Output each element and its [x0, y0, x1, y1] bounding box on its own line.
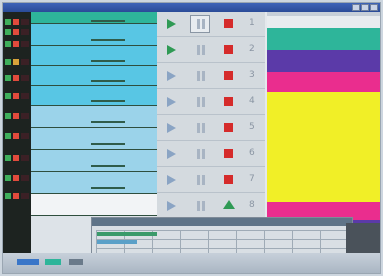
- track-number-strip: [3, 12, 31, 253]
- transport-row: 6: [157, 142, 265, 166]
- cue-item[interactable]: [31, 172, 157, 194]
- track-strip-row[interactable]: [3, 174, 31, 182]
- cue-item[interactable]: [31, 66, 157, 86]
- playlist-entry[interactable]: [267, 92, 380, 202]
- cue-item[interactable]: [31, 86, 157, 106]
- pause-icon[interactable]: [196, 201, 206, 211]
- row-number: 3: [249, 70, 255, 80]
- transport-row: 7: [157, 168, 265, 192]
- mixer-title-bar: [92, 218, 352, 226]
- track-strip-row[interactable]: [3, 40, 31, 48]
- row-number: 6: [249, 148, 255, 158]
- stop-icon[interactable]: [224, 45, 233, 54]
- track-strip-row[interactable]: [3, 74, 31, 82]
- transport-row: 5: [157, 116, 265, 140]
- stop-icon[interactable]: [224, 19, 233, 28]
- taskbar: [3, 253, 380, 273]
- row-number: 8: [249, 200, 255, 210]
- transport-row: 1: [157, 12, 265, 36]
- level-meter: [97, 232, 157, 236]
- playlist-entry[interactable]: [267, 50, 380, 72]
- transport-row: 2: [157, 38, 265, 62]
- track-strip-row[interactable]: [3, 132, 31, 140]
- pause-icon[interactable]: [196, 19, 206, 29]
- go-icon[interactable]: [223, 200, 235, 209]
- play-icon[interactable]: [167, 19, 176, 29]
- track-strip-row[interactable]: [3, 112, 31, 120]
- cue-item[interactable]: [31, 46, 157, 66]
- corner-shadow: [346, 223, 380, 257]
- play-icon[interactable]: [167, 201, 176, 211]
- taskbar-button[interactable]: [69, 259, 83, 265]
- playlist-entry[interactable]: [267, 72, 380, 92]
- play-icon[interactable]: [167, 45, 176, 55]
- row-number: 4: [249, 96, 255, 106]
- cue-item[interactable]: [31, 12, 157, 24]
- row-number: 5: [249, 122, 255, 132]
- level-meter: [97, 240, 137, 244]
- pause-icon[interactable]: [196, 123, 206, 133]
- track-strip-row[interactable]: [3, 58, 31, 66]
- row-number: 2: [249, 44, 255, 54]
- stop-icon[interactable]: [224, 71, 233, 80]
- window-title-bar: [3, 3, 380, 12]
- maximize-button[interactable]: [361, 4, 369, 11]
- cue-item[interactable]: [31, 128, 157, 150]
- desktop-screen: 1 2 3 4 5 6 7 8: [2, 2, 381, 274]
- cue-item[interactable]: [31, 150, 157, 172]
- track-strip-row[interactable]: [3, 18, 31, 26]
- row-number: 1: [249, 18, 255, 28]
- play-icon[interactable]: [167, 97, 176, 107]
- cue-item[interactable]: [31, 106, 157, 128]
- cue-item[interactable]: [31, 194, 157, 216]
- playlist-entry[interactable]: [267, 16, 380, 28]
- play-icon[interactable]: [167, 123, 176, 133]
- track-strip-row[interactable]: [3, 92, 31, 100]
- pause-icon[interactable]: [196, 149, 206, 159]
- stop-icon[interactable]: [224, 97, 233, 106]
- transport-row: 3: [157, 64, 265, 88]
- transport-row: 4: [157, 90, 265, 114]
- taskbar-button[interactable]: [17, 259, 39, 265]
- stop-icon[interactable]: [224, 175, 233, 184]
- track-strip-row[interactable]: [3, 192, 31, 200]
- play-icon[interactable]: [167, 175, 176, 185]
- stop-icon[interactable]: [224, 123, 233, 132]
- pause-icon[interactable]: [196, 71, 206, 81]
- stop-icon[interactable]: [224, 149, 233, 158]
- play-icon[interactable]: [167, 71, 176, 81]
- playlist-entry[interactable]: [267, 28, 380, 50]
- row-number: 7: [249, 174, 255, 184]
- pause-icon[interactable]: [196, 97, 206, 107]
- pause-icon[interactable]: [196, 45, 206, 55]
- minimize-button[interactable]: [352, 4, 360, 11]
- play-icon[interactable]: [167, 149, 176, 159]
- transport-row: 8: [157, 194, 265, 218]
- track-strip-row[interactable]: [3, 28, 31, 36]
- close-button[interactable]: [370, 4, 378, 11]
- cue-item[interactable]: [31, 24, 157, 46]
- taskbar-button[interactable]: [45, 259, 61, 265]
- pause-icon[interactable]: [196, 175, 206, 185]
- track-strip-row[interactable]: [3, 154, 31, 162]
